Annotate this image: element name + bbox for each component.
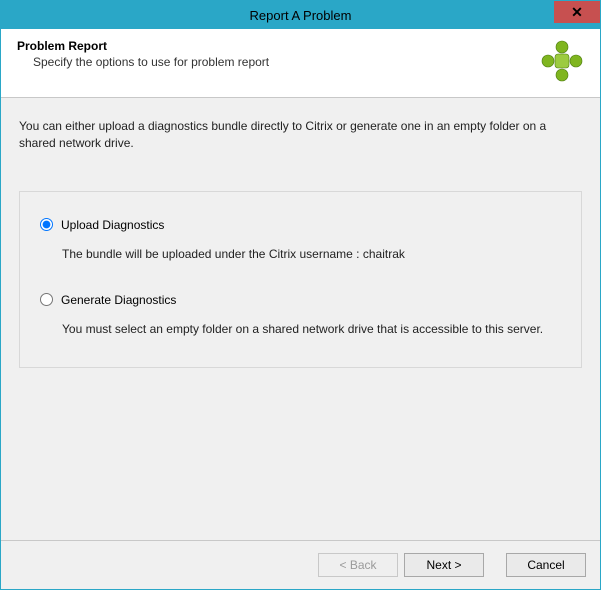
close-icon: ✕ <box>571 4 583 21</box>
brand-icon <box>540 39 584 83</box>
option-upload-label: Upload Diagnostics <box>61 218 164 232</box>
option-upload-row[interactable]: Upload Diagnostics <box>40 218 561 232</box>
content-area: You can either upload a diagnostics bund… <box>1 98 600 540</box>
dialog-window: Report A Problem ✕ Problem Report Specif… <box>0 0 601 590</box>
back-button[interactable]: < Back <box>318 553 398 577</box>
radio-generate[interactable] <box>40 293 53 306</box>
button-gap <box>490 553 500 577</box>
option-upload-description: The bundle will be uploaded under the Ci… <box>62 246 561 263</box>
header-title: Problem Report <box>17 39 540 53</box>
window-title: Report A Problem <box>250 8 352 23</box>
option-generate-description: You must select an empty folder on a sha… <box>62 321 561 338</box>
footer-buttons: < Back Next > Cancel <box>1 540 600 589</box>
option-upload: Upload Diagnostics The bundle will be up… <box>40 218 561 263</box>
options-group: Upload Diagnostics The bundle will be up… <box>19 191 582 369</box>
radio-upload[interactable] <box>40 218 53 231</box>
option-generate: Generate Diagnostics You must select an … <box>40 293 561 338</box>
titlebar: Report A Problem ✕ <box>1 1 600 29</box>
close-button[interactable]: ✕ <box>554 1 600 23</box>
option-generate-label: Generate Diagnostics <box>61 293 176 307</box>
header-panel: Problem Report Specify the options to us… <box>1 29 600 98</box>
header-subtitle: Specify the options to use for problem r… <box>33 55 540 69</box>
intro-text: You can either upload a diagnostics bund… <box>19 118 582 153</box>
cancel-button[interactable]: Cancel <box>506 553 586 577</box>
header-text-block: Problem Report Specify the options to us… <box>17 39 540 69</box>
option-generate-row[interactable]: Generate Diagnostics <box>40 293 561 307</box>
next-button[interactable]: Next > <box>404 553 484 577</box>
